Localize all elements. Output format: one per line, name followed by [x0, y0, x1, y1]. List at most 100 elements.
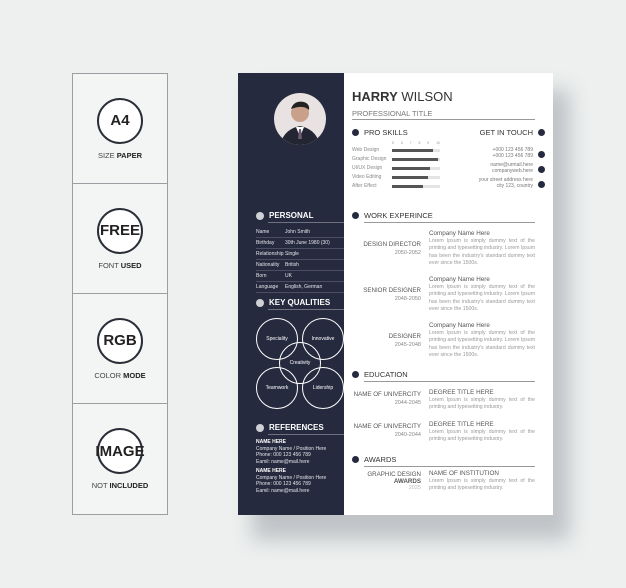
heading-text: GET IN TOUCH [479, 128, 533, 137]
location-icon [538, 181, 545, 188]
scale-tick: 7 [409, 141, 412, 145]
scale-tick: 5 [392, 141, 394, 145]
feature-caption: SIZE PAPER [98, 151, 142, 160]
institution: NAME OF INSTITUTION [429, 470, 499, 477]
caption-text: COLOR [94, 370, 122, 380]
personal-row: Relationship Single [256, 249, 344, 260]
features-panel: A4 SIZE PAPER FREE FONT USED RGB COLOR MODE IM… [72, 73, 168, 515]
skill-scale: 5 6 7 8 9 10 [392, 141, 440, 145]
caption-bold: PAPER [116, 150, 143, 160]
reference-icon [256, 423, 264, 432]
skills-icon [352, 129, 359, 136]
briefcase-icon [352, 212, 359, 219]
personal-value: UK [285, 273, 292, 279]
phone-numbers: +000 123 456 789 +000 123 456 789 [493, 147, 533, 159]
skill-fill [392, 175, 428, 179]
skill-name: Graphic Design [352, 156, 387, 162]
sidebar: PERSONAL Name John Smith Birthday 30th June… [238, 73, 344, 515]
degree-title: DEGREE TITLE HERE [429, 421, 494, 428]
awards-heading: AWARDS [352, 455, 396, 464]
job-years: 2050-2052 [394, 250, 421, 256]
professional-title: PROFESSIONAL TITLE [352, 109, 433, 118]
reference: NAME HERE Company Name / Position Here Pho… [256, 468, 326, 494]
quality-label: Lidership [312, 385, 334, 391]
reference: NAME HERE Company Name / Position Here Pho… [256, 439, 326, 465]
ref-name: NAME HERE [256, 439, 287, 445]
send-icon [538, 166, 545, 173]
education-heading: EDUCATION [352, 370, 408, 379]
award-name: GRAPHIC DESIGN [367, 471, 421, 478]
last-name: WILSON [401, 89, 453, 104]
job-years: 2045-2048 [394, 342, 421, 348]
skill-row: Web Design [352, 147, 440, 153]
feature-cell: IMAGE NOT INCLUDED [73, 404, 167, 514]
award-name-2: AWARDS [393, 478, 421, 485]
edu-years: 2044-2045 [394, 400, 421, 406]
company-name: Company Name Here [429, 276, 490, 283]
skill-name: Video Editing [352, 174, 382, 180]
feature-badge: IMAGE [95, 428, 145, 474]
award-description: Lorem Ipsum is simply dummy text of the … [429, 478, 535, 492]
quality-label: Teamwork [265, 385, 289, 391]
personal-key: Relationship [256, 251, 284, 257]
feature-caption: FONT USED [98, 261, 141, 270]
first-name: HARRY [352, 89, 398, 104]
personal-key: Born [256, 273, 267, 279]
degree-title: DEGREE TITLE HERE [429, 389, 494, 396]
scale-tick: 9 [427, 141, 430, 145]
personal-key: Language [256, 284, 279, 290]
phone-2: +000 123 456 789 [492, 153, 533, 159]
qualities-diagram: Speciality Innovative Creativity Teamwor… [256, 316, 344, 416]
caption-bold: USED [120, 260, 142, 270]
heading-text: REFERENCES [269, 423, 324, 432]
feature-caption: NOT INCLUDED [92, 481, 149, 490]
personal-table: Name John Smith Birthday 30th June 1980 (30… [256, 227, 344, 293]
skill-bar [392, 184, 440, 188]
job-description: Lorem Ipsum is simply dummy text of the … [429, 330, 536, 358]
skill-row: After Effect [352, 183, 440, 189]
job-description: Lorem Ipsum is simply dummy text of the … [429, 284, 536, 312]
skill-bar [392, 157, 440, 161]
feature-badge: FREE [97, 207, 143, 254]
heading-text: KEY QUALITIES [269, 298, 331, 307]
skill-bar [392, 166, 440, 170]
personal-row: Nationality British [256, 260, 344, 271]
job-position: DESIGNER [388, 333, 421, 340]
feature-cell: A4 SIZE PAPER [73, 74, 167, 184]
company-name: Company Name Here [429, 230, 490, 237]
skill-name: Web Design [352, 147, 380, 153]
job-description: Lorem Ipsum is simply dummy text of the … [429, 238, 536, 266]
skill-name: After Effect [352, 183, 377, 189]
personal-value: English, German [285, 284, 323, 290]
skill-fill [392, 157, 438, 161]
skill-fill [392, 148, 433, 152]
edu-description: Lorem Ipsum is simply dummy text of the … [429, 429, 535, 443]
award-icon [352, 456, 359, 463]
address-line-2: city 123, country [496, 183, 533, 189]
website: companyweb.here [492, 168, 533, 174]
scale-tick: 8 [418, 141, 421, 145]
quality-circle: Teamwork [256, 367, 298, 409]
feature-caption: COLOR MODE [94, 371, 145, 380]
feature-cell: RGB COLOR MODE [73, 294, 167, 404]
ref-email: Eamil: name@mail.here [256, 487, 310, 494]
phone-icon [538, 151, 545, 158]
edu-years: 2040-2044 [394, 432, 421, 438]
personal-row: Language English, German [256, 282, 344, 293]
profile-photo [274, 93, 326, 145]
user-icon [538, 129, 545, 136]
full-name: HARRY WILSON [352, 89, 453, 104]
edu-description: Lorem Ipsum is simply dummy text of the … [429, 397, 535, 411]
caption-text: NOT [91, 481, 108, 490]
scale-tick: 6 [400, 141, 403, 145]
resume-page: PERSONAL Name John Smith Birthday 30th June… [238, 73, 553, 515]
skill-row: Graphic Design [352, 156, 440, 162]
skill-bar [392, 175, 440, 179]
user-icon [256, 211, 264, 220]
qualities-heading: KEY QUALITIES [256, 298, 330, 307]
personal-value: John Smith [285, 229, 311, 235]
personal-value: British [285, 262, 299, 268]
skills-heading: PRO SKILLS [352, 128, 408, 137]
skill-fill [392, 166, 431, 170]
personal-key: Birthday [256, 240, 275, 246]
